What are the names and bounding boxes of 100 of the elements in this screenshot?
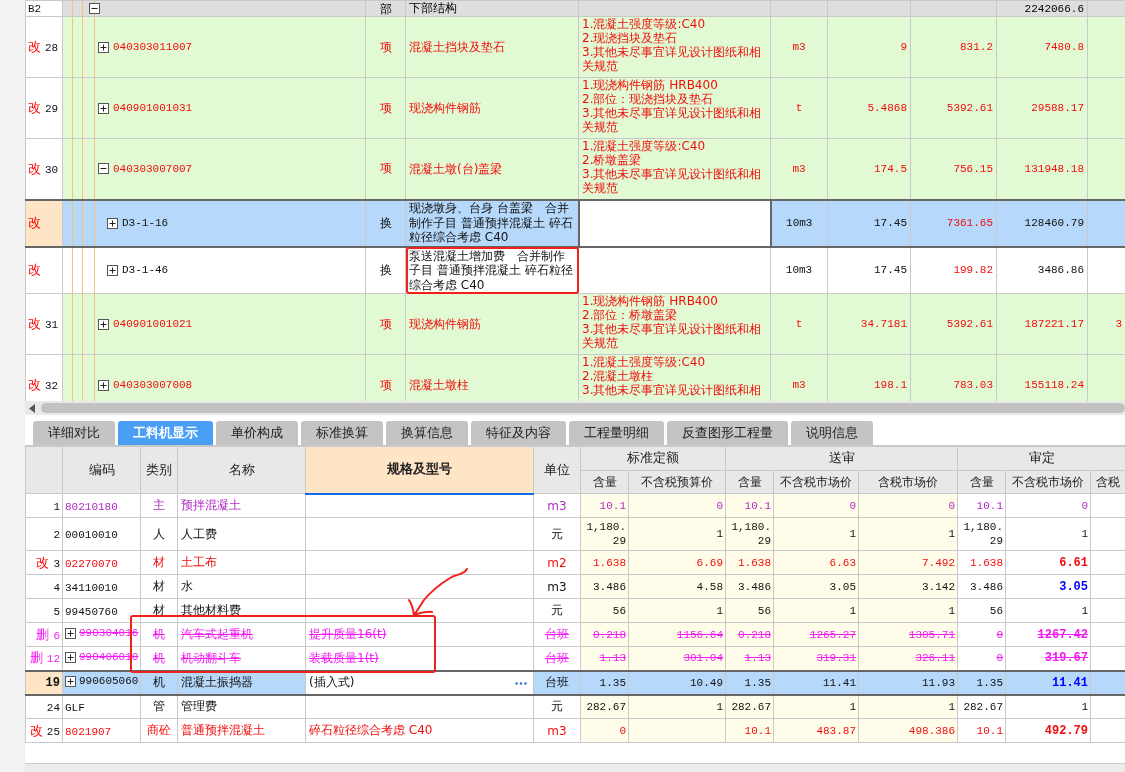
table-cell: 1 bbox=[716, 528, 723, 540]
expand-icon[interactable] bbox=[65, 675, 76, 687]
table-row[interactable]: 4 34110010 材 水 m3 3.486 4.58 3.486 3.05 3.142 3.486 3.05 bbox=[25, 574, 1125, 599]
unit: 台班 bbox=[545, 675, 569, 689]
collapse-icon[interactable] bbox=[89, 3, 100, 14]
change-mark: 删 bbox=[29, 650, 43, 666]
table-cell: 3.486 bbox=[738, 580, 771, 593]
expand-icon[interactable] bbox=[65, 651, 76, 663]
table-row[interactable]: 24 GLF 管 管理费 元 282.67 1 282.67 1 1 282.67 1 bbox=[25, 694, 1125, 719]
unit-price: 756.15 bbox=[953, 162, 993, 175]
row-number: 2 bbox=[53, 529, 60, 541]
table-row[interactable]: 5 99450760 材 其他材料费 元 56 1 56 1 1 56 1 bbox=[25, 598, 1125, 623]
expand-icon[interactable] bbox=[107, 217, 118, 229]
table-cell: 492.79 bbox=[1044, 723, 1088, 738]
table-row[interactable]: 改 D3-1-16 换 现浇墩身、台身 台盖梁 合并制作子目 普通预拌混凝土 碎石粒径综合考虑 C40 10m3 17.45 7361.65 128460.79 bbox=[25, 199, 1125, 247]
material-code: 34110010 bbox=[65, 581, 118, 594]
material-code: GLF bbox=[65, 701, 85, 714]
table-cell: 11.41 bbox=[1052, 675, 1088, 690]
category: 材 bbox=[153, 555, 165, 569]
table-row[interactable]: 改 3 02270070 材 土工布 m2 1.638 6.69 1.638 6.63 7.492 1.638 6.61 bbox=[25, 550, 1125, 575]
table-row[interactable]: 改 30 040303007007 项 混凝土墩(台)盖梁 1.混凝土强度等级:C40 2.桥墩盖梁 3.其他未尽事宜详见设计图纸和相关规范 m3 174.5 756.15 131948.18 bbox=[25, 138, 1125, 200]
table-cell: 10.1 bbox=[976, 724, 1003, 737]
collapse-icon[interactable] bbox=[98, 163, 109, 175]
unit: t bbox=[795, 102, 803, 114]
tab[interactable]: 单价构成 bbox=[216, 421, 298, 445]
item-feature: 1.混凝土强度等级:C40 2.混凝土墩柱 3.其他未尽事宜详见设计图纸和相 bbox=[582, 355, 763, 397]
table-row[interactable]: 1 80210180 主 预拌混凝土 m3 10.1 0 10.1 0 0 10.1 0 bbox=[25, 493, 1125, 518]
tab[interactable]: 工程量明细 bbox=[569, 421, 664, 445]
specification: 装载质量1(t) bbox=[309, 650, 379, 665]
material-name: 其他材料费 bbox=[181, 603, 241, 617]
total-price: 128460.79 bbox=[1024, 217, 1084, 229]
category: 机 bbox=[153, 650, 165, 665]
category: 商砼 bbox=[147, 723, 171, 737]
item-type: 项 bbox=[379, 100, 392, 115]
material-code: 99450760 bbox=[65, 605, 118, 618]
item-name: 混凝土挡块及垫石 bbox=[409, 39, 505, 54]
total-price: 131948.18 bbox=[1024, 162, 1084, 175]
category: 人 bbox=[153, 526, 165, 541]
table-cell: 3.486 bbox=[593, 580, 626, 593]
change-mark: 改 bbox=[28, 316, 41, 331]
expand-icon[interactable] bbox=[98, 379, 109, 391]
table-cell: 56 bbox=[612, 604, 626, 617]
row-number: 32 bbox=[45, 380, 59, 392]
item-type: 换 bbox=[379, 262, 392, 277]
total-price: 187221.17 bbox=[1024, 318, 1084, 330]
table-row[interactable]: 改 28 040303011007 项 混凝土挡块及垫石 1.混凝土强度等级:C40 2.现浇挡块及垫石 3.其他未尽事宜详见设计图纸和相关规范 m3 9 831.2 7480.8 bbox=[25, 16, 1125, 78]
table-row[interactable]: 19 990605060 机 混凝土振捣器 (插入式) 台班 1.35 10.49 1.35 11.41 11.93 1.35 11.41 bbox=[25, 670, 1125, 695]
quantity: 198.1 bbox=[874, 379, 907, 391]
change-mark: 改 bbox=[29, 722, 43, 738]
table-cell: 0.218 bbox=[738, 628, 771, 641]
tab[interactable]: 详细对比 bbox=[33, 421, 115, 445]
scroll-left-icon[interactable] bbox=[29, 403, 35, 413]
table-cell: 1305.71 bbox=[908, 628, 955, 641]
table-cell: 11.93 bbox=[922, 676, 955, 689]
change-mark: 改 bbox=[28, 377, 41, 392]
table-row[interactable]: B2 部 下部结构 2242066.6 bbox=[25, 0, 1125, 17]
total-price: 2242066.6 bbox=[1024, 2, 1084, 15]
tab[interactable]: 说明信息 bbox=[791, 421, 873, 445]
table-row[interactable]: 改 31 040901001021 项 现浇构件钢筋 1.现浇构件钢筋 HRB400 2.部位：桥墩盖梁 3.其他未尽事宜详见设计图纸和相关规范 t 34.7181 5392.61 187221.17 3 bbox=[25, 293, 1125, 355]
unit-price: 5392.61 bbox=[946, 318, 993, 330]
expand-icon[interactable] bbox=[107, 264, 118, 276]
column-header[interactable]: 类别 bbox=[140, 446, 178, 494]
material-name: 汽车式起重机 bbox=[181, 627, 253, 641]
unit-price: 831.2 bbox=[960, 41, 993, 53]
column-header[interactable]: 单位 bbox=[533, 446, 581, 494]
material-code: 00010010 bbox=[65, 529, 118, 541]
item-feature: 1.混凝土强度等级:C40 2.桥墩盖梁 3.其他未尽事宜详见设计图纸和相关规范 bbox=[582, 139, 763, 195]
row-number: 6 bbox=[53, 629, 60, 642]
tab[interactable]: 特征及内容 bbox=[471, 421, 566, 445]
more-icon[interactable] bbox=[515, 681, 527, 685]
table-cell: 319.31 bbox=[816, 652, 856, 665]
row-number: 28 bbox=[45, 42, 59, 54]
unit: m3 bbox=[792, 379, 806, 391]
expand-icon[interactable] bbox=[98, 318, 109, 330]
quantity: 5.4868 bbox=[867, 102, 907, 114]
expand-icon[interactable] bbox=[98, 102, 109, 114]
tab[interactable]: 反查图形工程量 bbox=[667, 421, 788, 445]
table-cell: 4.58 bbox=[696, 580, 723, 593]
expand-icon[interactable] bbox=[65, 627, 76, 639]
table-cell: 1 bbox=[948, 528, 955, 540]
tab[interactable]: 标准换算 bbox=[301, 421, 383, 445]
table-row[interactable]: 改 25 8021907 商砼 普通预拌混凝土 碎石粒径综合考虑 C40 m3 0 10.1 483.87 498.386 10.1 492.79 bbox=[25, 718, 1125, 743]
table-cell: 3.142 bbox=[922, 580, 955, 593]
expand-icon[interactable] bbox=[98, 41, 109, 53]
arrow-drawing bbox=[406, 566, 470, 618]
table-row[interactable]: 改 29 040901001031 项 现浇构件钢筋 1.现浇构件钢筋 HRB400 2.部位：现浇挡块及垫石 3.其他未尽事宜详见设计图纸和相关规范 t 5.4868 5392.61 29588.17 bbox=[25, 77, 1125, 139]
material-name: 普通预拌混凝土 bbox=[181, 723, 265, 737]
item-name: 混凝土墩(台)盖梁 bbox=[409, 161, 503, 176]
change-mark: 改 bbox=[28, 100, 41, 115]
column-header[interactable]: 规格及型号 bbox=[305, 446, 534, 494]
column-header[interactable]: 编码 bbox=[62, 446, 141, 494]
table-cell: 319.67 bbox=[1044, 651, 1088, 666]
table-cell: 10.1 bbox=[976, 499, 1003, 512]
category: 主 bbox=[153, 498, 165, 512]
horizontal-scrollbar[interactable] bbox=[25, 401, 1125, 415]
tab[interactable]: 换算信息 bbox=[386, 421, 468, 445]
column-header[interactable]: 名称 bbox=[177, 446, 306, 494]
table-cell: 0 bbox=[849, 499, 856, 512]
scrollbar-thumb[interactable] bbox=[41, 403, 1125, 413]
table-row[interactable]: 改 D3-1-46 换 泵送混凝土增加费 合并制作子目 普通预拌混凝土 碎石粒径综合考虑 C40 10m3 17.45 199.82 3486.86 bbox=[25, 246, 1125, 294]
